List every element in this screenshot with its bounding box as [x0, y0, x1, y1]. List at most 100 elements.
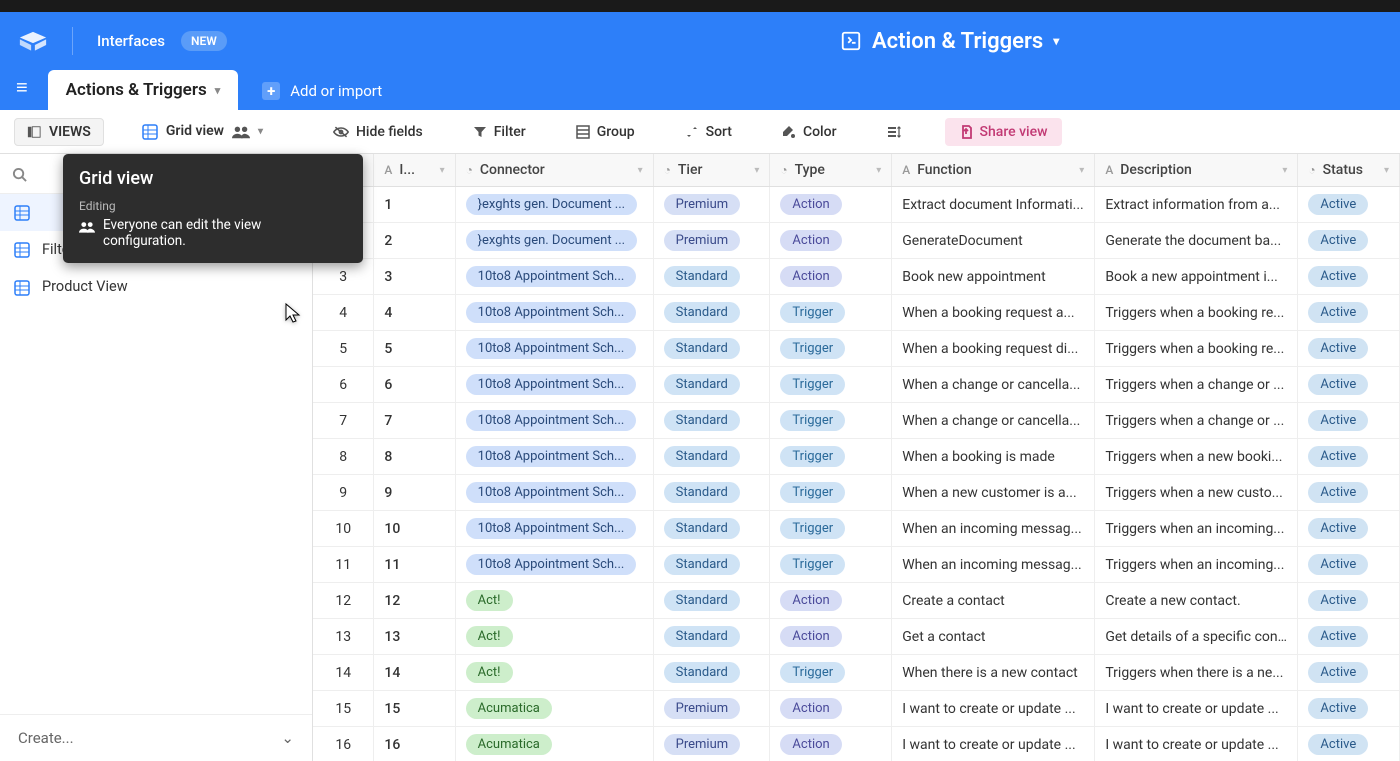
cell-tier[interactable]: Standard [653, 295, 770, 331]
cell-tier[interactable]: Standard [653, 403, 770, 439]
cell-function[interactable]: When an incoming messag... [892, 547, 1095, 583]
column-tier[interactable]: ◔Tier▾ [653, 154, 770, 187]
cell-description[interactable]: Get details of a specific con... [1095, 619, 1298, 655]
cell-type[interactable]: Trigger [770, 511, 892, 547]
cell-connector[interactable]: 10to8 Appointment Sch... [455, 367, 653, 403]
table-row[interactable]: 1414Act!StandardTriggerWhen there is a n… [313, 655, 1400, 691]
cell-status[interactable]: Active [1298, 367, 1400, 403]
table-row[interactable]: 9910to8 Appointment Sch...StandardTrigge… [313, 475, 1400, 511]
cell-tier[interactable]: Premium [653, 727, 770, 761]
cell-status[interactable]: Active [1298, 583, 1400, 619]
row-number[interactable]: 3 [313, 259, 374, 295]
cell-type[interactable]: Action [770, 223, 892, 259]
cell-id[interactable]: 12 [374, 583, 455, 619]
cell-function[interactable]: GenerateDocument [892, 223, 1095, 259]
table-row[interactable]: 101010to8 Appointment Sch...StandardTrig… [313, 511, 1400, 547]
cell-tier[interactable]: Standard [653, 511, 770, 547]
views-sidebar-toggle[interactable]: VIEWS [14, 118, 104, 146]
cell-description[interactable]: Generate the document ba... [1095, 223, 1298, 259]
cell-description[interactable]: Create a new contact. [1095, 583, 1298, 619]
cell-type[interactable]: Trigger [770, 367, 892, 403]
cell-status[interactable]: Active [1298, 187, 1400, 223]
cell-function[interactable]: Extract document Informati... [892, 187, 1095, 223]
cell-description[interactable]: Triggers when a change or ... [1095, 403, 1298, 439]
sort-button[interactable]: Sort [673, 119, 744, 145]
cell-connector[interactable]: Acumatica [455, 727, 653, 761]
cell-status[interactable]: Active [1298, 259, 1400, 295]
cell-connector[interactable]: 10to8 Appointment Sch... [455, 439, 653, 475]
cell-type[interactable]: Trigger [770, 439, 892, 475]
cell-connector[interactable]: Acumatica [455, 691, 653, 727]
row-number[interactable]: 5 [313, 331, 374, 367]
cell-status[interactable]: Active [1298, 403, 1400, 439]
chevron-down-icon[interactable]: ▾ [215, 84, 221, 97]
cell-id[interactable]: 11 [374, 547, 455, 583]
cell-type[interactable]: Trigger [770, 475, 892, 511]
cell-description[interactable]: I want to create or update ... [1095, 691, 1298, 727]
cell-tier[interactable]: Standard [653, 619, 770, 655]
cell-id[interactable]: 3 [374, 259, 455, 295]
cell-id[interactable]: 6 [374, 367, 455, 403]
row-number[interactable]: 11 [313, 547, 374, 583]
table-row[interactable]: 1212Act!StandardActionCreate a contactCr… [313, 583, 1400, 619]
cell-type[interactable]: Trigger [770, 655, 892, 691]
cell-function[interactable]: I want to create or update ... [892, 727, 1095, 761]
cell-id[interactable]: 10 [374, 511, 455, 547]
table-row[interactable]: 1313Act!StandardActionGet a contactGet d… [313, 619, 1400, 655]
cell-function[interactable]: Create a contact [892, 583, 1095, 619]
cell-id[interactable]: 5 [374, 331, 455, 367]
cell-connector[interactable]: 10to8 Appointment Sch... [455, 295, 653, 331]
hide-fields-button[interactable]: Hide fields [321, 119, 435, 145]
cell-description[interactable]: Book a new appointment i... [1095, 259, 1298, 295]
cell-type[interactable]: Action [770, 187, 892, 223]
row-height-button[interactable] [875, 120, 913, 144]
table-row[interactable]: 8810to8 Appointment Sch...StandardTrigge… [313, 439, 1400, 475]
cell-type[interactable]: Action [770, 691, 892, 727]
cell-tier[interactable]: Standard [653, 655, 770, 691]
cell-description[interactable]: Triggers when there is a ne... [1095, 655, 1298, 691]
cell-status[interactable]: Active [1298, 619, 1400, 655]
row-number[interactable]: 6 [313, 367, 374, 403]
cell-id[interactable]: 15 [374, 691, 455, 727]
cell-connector[interactable]: 10to8 Appointment Sch... [455, 475, 653, 511]
column-type[interactable]: ◔Type▾ [770, 154, 892, 187]
row-number[interactable]: 13 [313, 619, 374, 655]
cell-id[interactable]: 4 [374, 295, 455, 331]
cell-function[interactable]: When a new customer is a... [892, 475, 1095, 511]
cell-function[interactable]: When a booking request a... [892, 295, 1095, 331]
cell-id[interactable]: 8 [374, 439, 455, 475]
cell-description[interactable]: Extract information from a... [1095, 187, 1298, 223]
tab-actions-triggers[interactable]: Actions & Triggers ▾ [48, 70, 239, 110]
cell-function[interactable]: When an incoming messag... [892, 511, 1095, 547]
cell-tier[interactable]: Standard [653, 259, 770, 295]
cell-type[interactable]: Action [770, 583, 892, 619]
table-row[interactable]: 111110to8 Appointment Sch...StandardTrig… [313, 547, 1400, 583]
cell-id[interactable]: 1 [374, 187, 455, 223]
cell-function[interactable]: When a change or cancella... [892, 367, 1095, 403]
cell-tier[interactable]: Premium [653, 691, 770, 727]
cell-type[interactable]: Action [770, 259, 892, 295]
hamburger-icon[interactable]: ≡ [16, 75, 28, 100]
row-number[interactable]: 14 [313, 655, 374, 691]
cell-status[interactable]: Active [1298, 223, 1400, 259]
table-row[interactable]: 4410to8 Appointment Sch...StandardTrigge… [313, 295, 1400, 331]
row-number[interactable]: 10 [313, 511, 374, 547]
table-row[interactable]: 5510to8 Appointment Sch...StandardTrigge… [313, 331, 1400, 367]
base-title[interactable]: Action & Triggers ▾ [840, 29, 1059, 54]
cell-type[interactable]: Trigger [770, 331, 892, 367]
column-connector[interactable]: ◔Connector▾ [455, 154, 653, 187]
cell-description[interactable]: Triggers when a booking re... [1095, 331, 1298, 367]
sidebar-view-product[interactable]: Product View [0, 268, 312, 305]
cell-id[interactable]: 14 [374, 655, 455, 691]
cell-type[interactable]: Trigger [770, 403, 892, 439]
cell-connector[interactable]: 10to8 Appointment Sch... [455, 547, 653, 583]
cell-id[interactable]: 9 [374, 475, 455, 511]
cell-function[interactable]: When a change or cancella... [892, 403, 1095, 439]
cell-status[interactable]: Active [1298, 727, 1400, 761]
cell-connector[interactable]: Act! [455, 619, 653, 655]
cell-type[interactable]: Trigger [770, 547, 892, 583]
add-or-import-button[interactable]: + Add or import [250, 72, 394, 110]
table-row[interactable]: 22}exghts gen. Document ...PremiumAction… [313, 223, 1400, 259]
create-view-button[interactable]: Create... ⌄ [0, 714, 312, 761]
row-number[interactable]: 7 [313, 403, 374, 439]
